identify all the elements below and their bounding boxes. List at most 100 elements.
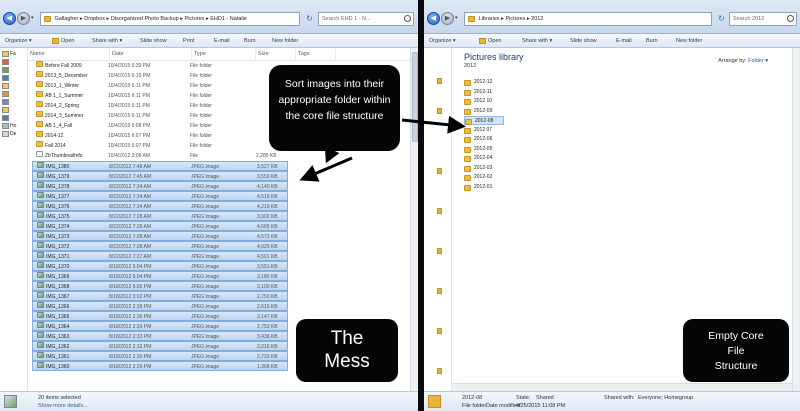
nav-pane-item[interactable] [2, 58, 10, 66]
toolbar-item[interactable]: Organize ▾ [5, 34, 32, 48]
arrange-by[interactable]: Arrange by: Folder ▾ [718, 58, 768, 64]
column-size[interactable]: Size [256, 48, 296, 61]
toolbar-item[interactable]: Slide show [570, 34, 597, 48]
folder-icon[interactable] [437, 168, 442, 174]
table-row[interactable]: IMG_1364 8/18/2012 2:33 PM JPEG image 2,753… [32, 321, 288, 331]
folder-icon[interactable] [437, 108, 442, 114]
right-path-input[interactable]: Libraries ▸ Pictures ▸ 2012 [464, 12, 712, 26]
table-row[interactable]: IMG_1380 8/22/2012 7:48 AM JPEG image 3,527… [32, 161, 288, 171]
folder-item[interactable]: 2012-11 [464, 88, 504, 97]
search-icon[interactable] [787, 15, 794, 22]
toolbar-item[interactable]: E-mail [616, 34, 632, 48]
table-row[interactable]: IMG_1363 8/18/2012 2:33 PM JPEG image 3,438… [32, 331, 288, 341]
nav-pane-item[interactable] [2, 90, 10, 98]
table-row[interactable]: IMG_1366 8/18/2012 2:39 PM JPEG image 2,615… [32, 301, 288, 311]
breadcrumb-segment[interactable]: Dropbox [84, 16, 105, 22]
table-row[interactable]: IMG_1374 8/22/2012 7:28 AM JPEG image 4,665… [32, 221, 288, 231]
back-arrow-icon[interactable]: ◀ [427, 12, 440, 25]
left-path-input[interactable]: Gallagher ▸ Dropbox ▸ Disorganized Photo… [40, 12, 300, 26]
breadcrumb-segment[interactable]: EHD1 - Natalie [210, 16, 247, 22]
breadcrumb-segment[interactable]: Libraries [479, 16, 500, 22]
nav-pane-item[interactable] [2, 114, 10, 122]
right-search-input[interactable]: Search 2012 [729, 12, 797, 26]
table-row[interactable]: IMG_1375 8/22/2012 7:28 AM JPEG image 3,902… [32, 211, 288, 221]
toolbar-item[interactable]: New folder [272, 34, 298, 48]
right-breadcrumb[interactable]: Libraries ▸ Pictures ▸ 2012 [479, 16, 544, 22]
breadcrumb-segment[interactable]: Gallagher [55, 16, 79, 22]
nav-pane-item[interactable] [2, 106, 10, 114]
search-icon[interactable] [404, 15, 411, 22]
nav-pane-item[interactable] [2, 74, 10, 82]
column-tags[interactable]: Tags [296, 48, 336, 61]
toolbar-item[interactable]: Slide show [140, 34, 167, 48]
table-row[interactable]: IMG_1369 8/18/2012 5:04 PM JPEG image 3,180… [32, 271, 288, 281]
table-row[interactable]: ZbThumbnailInfo 10/4/2012 3:08 AM File 2,28… [32, 151, 412, 161]
nav-pane-item[interactable] [2, 98, 10, 106]
folder-item[interactable]: 2012 10 [464, 97, 504, 106]
folder-item[interactable]: 2012-05 [464, 145, 504, 154]
breadcrumb-segment[interactable]: Pictures [505, 16, 525, 22]
show-more-details-link[interactable]: Show more details... [38, 403, 88, 409]
toolbar-item[interactable]: Burn [244, 34, 256, 48]
chevron-down-icon[interactable]: ▾ [455, 15, 461, 21]
toolbar-item[interactable]: Share with ▾ [92, 34, 122, 48]
table-row[interactable]: IMG_1367 8/18/2012 3:02 PM JPEG image 2,750… [32, 291, 288, 301]
folder-item[interactable]: 2012-06 [464, 135, 504, 144]
folder-icon[interactable] [437, 208, 442, 214]
breadcrumb-segment[interactable]: Pictures [185, 16, 205, 22]
forward-arrow-icon[interactable]: ▶ [17, 12, 30, 25]
left-vertical-scrollbar[interactable] [410, 48, 418, 391]
refresh-icon[interactable]: ↻ [305, 14, 314, 23]
table-row[interactable]: IMG_1361 8/18/2012 2:30 PM JPEG image 2,733… [32, 351, 288, 361]
chevron-down-icon[interactable]: ▾ [31, 15, 37, 21]
breadcrumb-segment[interactable]: Disorganized Photo Backup [111, 16, 179, 22]
folder-item[interactable]: 2012 07 [464, 126, 504, 135]
table-row[interactable]: IMG_1368 8/18/2012 5:00 PM JPEG image 3,100… [32, 281, 288, 291]
table-row[interactable]: IMG_1360 8/18/2012 2:29 PM JPEG image 1,368… [32, 361, 288, 371]
folder-item[interactable]: 2012-09 [464, 107, 504, 116]
nav-pane-item[interactable] [2, 82, 10, 90]
table-row[interactable]: IMG_1372 8/22/2012 7:28 AM JPEG image 4,029… [32, 241, 288, 251]
table-row[interactable]: IMG_1379 8/22/2012 7:45 AM JPEG image 3,559… [32, 171, 288, 181]
table-row[interactable]: IMG_1365 8/18/2012 2:36 PM JPEG image 3,147… [32, 311, 288, 321]
table-row[interactable]: IMG_1373 8/22/2012 7:28 AM JPEG image 4,572… [32, 231, 288, 241]
table-row[interactable]: IMG_1376 8/22/2012 7:34 AM JPEG image 4,219… [32, 201, 288, 211]
table-row[interactable]: IMG_1370 8/18/2012 5:04 PM JPEG image 3,551… [32, 261, 288, 271]
folder-icon[interactable] [437, 248, 442, 254]
folder-icon[interactable] [437, 78, 442, 84]
toolbar-item[interactable]: Open [479, 34, 501, 48]
table-row[interactable]: IMG_1371 8/22/2012 7:27 AM JPEG image 4,501… [32, 251, 288, 261]
folder-item[interactable]: 2012-08 [464, 116, 504, 125]
nav-pane-item[interactable]: Ho [2, 122, 16, 130]
right-vertical-scrollbar[interactable] [792, 48, 800, 391]
left-search-input[interactable]: Search EHD 1 - N... [318, 12, 414, 26]
folder-item[interactable]: 2012-02 [464, 173, 504, 182]
right-horizontal-scrollbar[interactable] [452, 383, 792, 391]
nav-pane-item[interactable]: De [2, 130, 16, 138]
table-row[interactable]: IMG_1378 8/22/2012 7:34 AM JPEG image 4,140… [32, 181, 288, 191]
folder-item[interactable]: 2012-12 [464, 78, 504, 87]
toolbar-item[interactable]: E-mail [214, 34, 230, 48]
nav-pane-item[interactable] [2, 66, 10, 74]
breadcrumb-segment[interactable]: 2012 [531, 16, 543, 22]
toolbar-item[interactable]: Burn [646, 34, 658, 48]
folder-icon[interactable] [437, 328, 442, 334]
folder-icon[interactable] [437, 288, 442, 294]
column-date[interactable]: Date [110, 48, 192, 61]
back-arrow-icon[interactable]: ◀ [3, 12, 16, 25]
table-row[interactable]: IMG_1362 8/18/2012 2:32 PM JPEG image 3,216… [32, 341, 288, 351]
column-name[interactable]: Name [28, 48, 110, 61]
refresh-icon[interactable]: ↻ [717, 14, 726, 23]
arrange-value[interactable]: Folder [748, 58, 764, 64]
folder-item[interactable]: 2012-04 [464, 154, 504, 163]
toolbar-item[interactable]: Organize ▾ [429, 34, 456, 48]
toolbar-item[interactable]: Share with ▾ [522, 34, 552, 48]
toolbar-item[interactable]: New folder [676, 34, 702, 48]
nav-pane-item[interactable]: Fa [2, 50, 16, 58]
table-row[interactable]: IMG_1377 8/22/2012 7:34 AM JPEG image 4,518… [32, 191, 288, 201]
folder-item[interactable]: 2012-03 [464, 164, 504, 173]
folder-icon[interactable] [437, 368, 442, 374]
left-breadcrumb[interactable]: Gallagher ▸ Dropbox ▸ Disorganized Photo… [55, 16, 247, 22]
column-type[interactable]: Type [192, 48, 256, 61]
forward-arrow-icon[interactable]: ▶ [441, 12, 454, 25]
